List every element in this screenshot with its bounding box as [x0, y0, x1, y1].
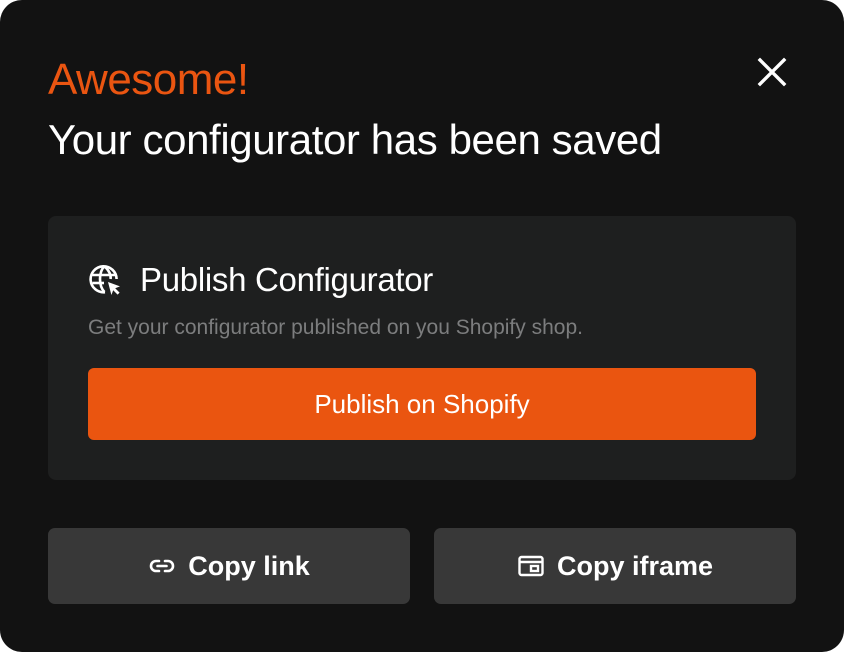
copy-iframe-button[interactable]: Copy iframe: [434, 528, 796, 604]
publish-card-title: Publish Configurator: [140, 261, 433, 298]
publish-card: Publish Configurator Get your configurat…: [48, 216, 796, 480]
close-icon: [757, 57, 787, 87]
link-icon: [148, 552, 176, 580]
iframe-icon: [517, 552, 545, 580]
copy-link-label: Copy link: [188, 550, 310, 581]
publish-card-header: Publish Configurator: [88, 260, 433, 300]
publish-card-description: Get your configurator published on you S…: [88, 316, 583, 339]
save-success-modal: Awesome! Your configurator has been save…: [0, 0, 844, 652]
publish-on-shopify-button[interactable]: Publish on Shopify: [88, 368, 756, 440]
headline: Awesome!: [48, 55, 249, 104]
globe-cursor-icon: [88, 262, 124, 298]
copy-link-button[interactable]: Copy link: [48, 528, 410, 604]
modal-title: Your configurator has been saved: [48, 116, 662, 163]
close-button[interactable]: [752, 52, 792, 92]
copy-iframe-label: Copy iframe: [556, 550, 714, 581]
